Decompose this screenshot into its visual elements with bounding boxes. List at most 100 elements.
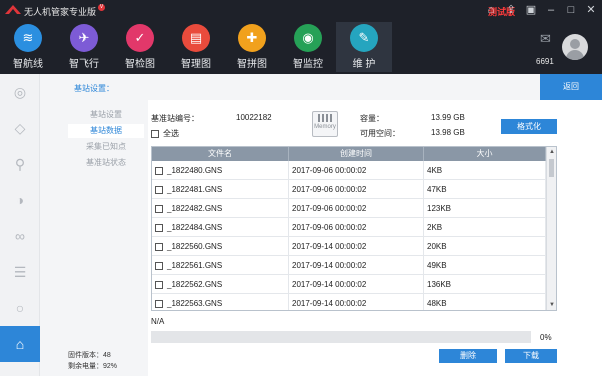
submenu-collect-points[interactable]: 采集已知点: [68, 140, 144, 154]
base-station-icon[interactable]: ⌂: [0, 326, 40, 362]
monitor-icon: ◉: [294, 24, 322, 52]
top-header: 无人机管家专业版 V 测试版 ⌂ ⇪ ▣ – □ ✕ ≋ 智航线 ✈ 智飞行 ✓…: [0, 0, 602, 74]
created-time: 2017-09-06 00:00:02: [289, 199, 424, 217]
table-row[interactable]: _1822480.GNS 2017-09-06 00:00:02 4KB: [152, 161, 556, 180]
row-checkbox[interactable]: [155, 280, 163, 289]
created-time: 2017-09-14 00:00:02: [289, 256, 424, 274]
side-rail: ◎ ◇ ⚲ ◑ ∞ ☰ ○ ⌂: [0, 74, 40, 376]
created-time: 2017-09-06 00:00:02: [289, 180, 424, 198]
row-checkbox[interactable]: [155, 166, 163, 175]
row-checkbox[interactable]: [155, 223, 163, 232]
table-row[interactable]: _1822482.GNS 2017-09-06 00:00:02 123KB: [152, 199, 556, 218]
row-checkbox[interactable]: [155, 204, 163, 213]
free-space-label: 可用空间：: [360, 129, 400, 138]
circle-icon[interactable]: ○: [0, 290, 40, 326]
nav-label: 智飞行: [69, 59, 99, 70]
minimize-icon[interactable]: –: [544, 3, 558, 17]
submenu-station-status[interactable]: 基准站状态: [68, 156, 144, 170]
nav-flight[interactable]: ✈ 智飞行: [56, 22, 112, 72]
share-icon[interactable]: ⇪: [504, 3, 518, 17]
delete-button[interactable]: 删除: [439, 349, 497, 363]
puzzle-icon: ✚: [238, 24, 266, 52]
app-title: 无人机管家专业版: [24, 7, 97, 17]
download-button[interactable]: 下载: [505, 349, 557, 363]
capacity-value: 13.99 GB: [431, 113, 465, 122]
battery-level: 剩余电量：92%: [68, 363, 118, 370]
file-size: 136KB: [424, 275, 546, 293]
progress-percent: 0%: [540, 333, 552, 342]
back-button[interactable]: 返回: [540, 74, 602, 100]
free-space-value: 13.98 GB: [431, 128, 465, 137]
message-icon[interactable]: ✉: [540, 31, 551, 47]
table-row[interactable]: _1822562.GNS 2017-09-14 00:00:02 136KB: [152, 275, 556, 294]
window-controls: ⌂ ⇪ ▣ – □ ✕: [484, 3, 598, 17]
column-created[interactable]: 创建时间: [289, 147, 424, 161]
section-header: 基站设置：: [40, 74, 540, 100]
table-row[interactable]: _1822563.GNS 2017-09-14 00:00:02 48KB: [152, 294, 556, 310]
select-all-label: 全选: [163, 129, 179, 138]
submenu-station-data[interactable]: 基站数据: [68, 124, 144, 138]
column-size[interactable]: 大小: [424, 147, 546, 161]
firmware-version: 固件版本：48: [68, 352, 111, 359]
file-name: _1822484.GNS: [167, 223, 223, 232]
plane-icon: ✈: [70, 24, 98, 52]
file-size: 49KB: [424, 256, 546, 274]
nav-label: 智航线: [13, 59, 43, 70]
check-icon: ✓: [126, 24, 154, 52]
row-checkbox[interactable]: [155, 261, 163, 270]
scroll-down-icon[interactable]: ▼: [547, 300, 556, 310]
scroll-up-icon[interactable]: ▲: [547, 147, 556, 157]
table-scrollbar[interactable]: ▲ ▼: [546, 147, 556, 310]
format-button[interactable]: 格式化: [501, 119, 557, 134]
created-time: 2017-09-06 00:00:02: [289, 161, 424, 179]
maximize-icon[interactable]: □: [564, 3, 578, 17]
nav-check[interactable]: ✓ 智检图: [112, 22, 168, 72]
nav-mosaic[interactable]: ✚ 智拼图: [224, 22, 280, 72]
file-name: _1822481.GNS: [167, 185, 223, 194]
scroll-thumb[interactable]: [549, 159, 554, 177]
table-row[interactable]: _1822560.GNS 2017-09-14 00:00:02 20KB: [152, 237, 556, 256]
main-nav: ≋ 智航线 ✈ 智飞行 ✓ 智检图 ▤ 智理图 ✚ 智拼图 ◉ 智监控 ✎ 维 …: [0, 22, 392, 72]
submenu-station-settings[interactable]: 基站设置: [68, 108, 144, 122]
globe-icon[interactable]: ◎: [0, 74, 40, 110]
memory-icon: Memory: [312, 111, 338, 137]
select-all-checkbox[interactable]: [151, 129, 159, 138]
tag-icon[interactable]: ◇: [0, 110, 40, 146]
row-checkbox[interactable]: [155, 185, 163, 194]
table-row[interactable]: _1822484.GNS 2017-09-06 00:00:02 2KB: [152, 218, 556, 237]
list-icon[interactable]: ☰: [0, 254, 40, 290]
station-id-label: 基准站编号：: [151, 114, 199, 123]
row-checkbox[interactable]: [155, 242, 163, 251]
file-size: 2KB: [424, 218, 546, 236]
file-name: _1822561.GNS: [167, 261, 223, 270]
nav-maintenance[interactable]: ✎ 维 护: [336, 22, 392, 72]
section-title: 基站设置：: [74, 84, 114, 93]
table-row[interactable]: _1822481.GNS 2017-09-06 00:00:02 47KB: [152, 180, 556, 199]
created-time: 2017-09-06 00:00:02: [289, 218, 424, 236]
nav-monitor[interactable]: ◉ 智监控: [280, 22, 336, 72]
avatar[interactable]: [562, 34, 588, 60]
select-all[interactable]: 全选: [151, 128, 179, 139]
bike-icon[interactable]: ⚲: [0, 146, 40, 182]
home-icon[interactable]: ⌂: [484, 3, 498, 17]
drone-icon[interactable]: ∞: [0, 218, 40, 254]
table-row[interactable]: _1822561.GNS 2017-09-14 00:00:02 49KB: [152, 256, 556, 275]
file-name: _1822480.GNS: [167, 166, 223, 175]
version-dot: V: [98, 4, 105, 11]
wrench-icon: ✎: [350, 24, 378, 52]
column-filename[interactable]: 文件名: [152, 147, 289, 161]
eye-icon[interactable]: ◑: [0, 182, 40, 218]
skin-icon[interactable]: ▣: [524, 3, 538, 17]
nav-label: 维 护: [352, 59, 376, 70]
file-name: _1822482.GNS: [167, 204, 223, 213]
created-time: 2017-09-14 00:00:02: [289, 294, 424, 310]
nav-route[interactable]: ≋ 智航线: [0, 22, 56, 72]
row-checkbox[interactable]: [155, 299, 163, 308]
close-icon[interactable]: ✕: [584, 3, 598, 17]
device-info: 固件版本：48 剩余电量：92%: [68, 350, 117, 372]
nav-manage[interactable]: ▤ 智理图: [168, 22, 224, 72]
file-size: 123KB: [424, 199, 546, 217]
created-time: 2017-09-14 00:00:02: [289, 237, 424, 255]
nav-label: 智拼图: [237, 59, 267, 70]
memory-label: Memory: [314, 124, 336, 130]
